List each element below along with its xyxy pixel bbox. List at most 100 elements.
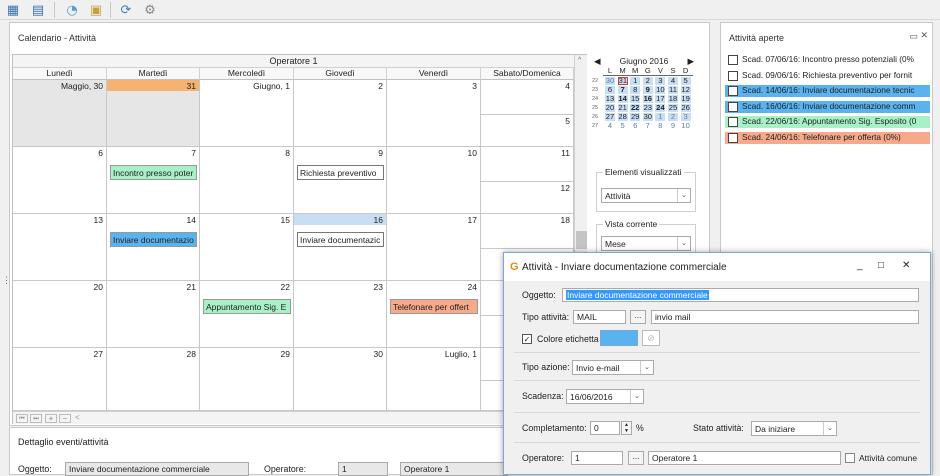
- mini-day[interactable]: 27: [605, 113, 615, 121]
- mini-day[interactable]: 7: [617, 86, 628, 94]
- calendar-event[interactable]: Richiesta preventivo: [297, 165, 384, 180]
- mini-day[interactable]: 18: [668, 95, 678, 103]
- mini-day[interactable]: 30: [642, 113, 653, 121]
- maximize-icon[interactable]: □: [878, 260, 884, 271]
- day-cell[interactable]: 13: [13, 214, 107, 281]
- operatore-lookup-button[interactable]: ...: [628, 451, 644, 465]
- mini-day[interactable]: 12: [680, 86, 691, 94]
- day-cell[interactable]: 28: [107, 348, 200, 411]
- mini-day[interactable]: 9: [668, 122, 678, 130]
- mini-day[interactable]: 26: [680, 104, 691, 112]
- attivita-comune-checkbox[interactable]: [845, 453, 855, 463]
- operatore-code-input[interactable]: 1: [571, 451, 623, 465]
- open-activity-item[interactable]: Scad. 24/06/16: Telefonare per offerta (…: [725, 131, 930, 144]
- calendar-event[interactable]: Appuntamento Sig. E: [203, 299, 291, 314]
- completamento-spinner[interactable]: ▲ ▼: [621, 421, 632, 435]
- next-month-icon[interactable]: ▶: [687, 56, 694, 67]
- mini-day[interactable]: 8: [655, 122, 665, 130]
- oggetto-input[interactable]: Inviare documentazione commerciale: [562, 288, 919, 302]
- mini-day[interactable]: 22: [630, 104, 641, 112]
- detail-operatore-name[interactable]: Operatore 1: [400, 462, 508, 476]
- list-view-icon[interactable]: ▤: [28, 1, 48, 19]
- mini-day[interactable]: 6: [630, 122, 640, 130]
- minimize-icon[interactable]: _: [857, 260, 863, 271]
- day-cell[interactable]: Luglio, 1: [387, 348, 481, 411]
- mini-day[interactable]: 2: [668, 113, 678, 121]
- scadenza-date-input[interactable]: 16/06/2016 ⌄: [566, 389, 644, 404]
- day-cell[interactable]: 45: [481, 80, 574, 147]
- view-select[interactable]: Mese ⌄: [601, 236, 691, 251]
- open-activity-item[interactable]: Scad. 09/06/16: Richiesta preventivo per…: [725, 69, 930, 82]
- calendar-event[interactable]: Inviare documentazio: [110, 232, 197, 247]
- day-cell[interactable]: 31: [107, 80, 200, 147]
- day-cell[interactable]: 21: [107, 281, 200, 348]
- mini-day[interactable]: 15: [630, 95, 641, 103]
- day-cell[interactable]: 3: [387, 80, 481, 147]
- mini-day[interactable]: 1: [655, 113, 666, 121]
- day-cell[interactable]: 2: [294, 80, 387, 147]
- tipo-desc-input[interactable]: invio mail: [651, 310, 919, 324]
- tipo-code-input[interactable]: MAIL: [573, 310, 626, 324]
- mini-day[interactable]: 8: [630, 86, 641, 94]
- mini-day[interactable]: 14: [617, 95, 628, 103]
- mini-day[interactable]: 17: [655, 95, 666, 103]
- day-cell[interactable]: Giugno, 1: [200, 80, 294, 147]
- mini-day[interactable]: 16: [642, 95, 653, 103]
- sync-icon[interactable]: ⟳: [116, 1, 136, 19]
- day-cell[interactable]: 9 Richiesta preventivo: [294, 147, 387, 214]
- open-activity-item[interactable]: Scad. 16/06/16: Inviare documentazione c…: [725, 100, 930, 113]
- remove-button[interactable]: −: [59, 414, 71, 423]
- activity-checkbox[interactable]: [728, 117, 738, 127]
- mini-day[interactable]: 1: [630, 77, 641, 85]
- mini-day[interactable]: 21: [617, 104, 628, 112]
- mini-day[interactable]: 4: [605, 122, 615, 130]
- day-cell[interactable]: 8: [200, 147, 294, 214]
- day-cell[interactable]: 24 Telefonare per offert: [387, 281, 481, 348]
- settings-icon[interactable]: ⚙: [140, 1, 160, 19]
- scroll-thumb[interactable]: [576, 231, 587, 249]
- splitter-grip-icon[interactable]: ⋮: [2, 276, 11, 295]
- day-cell[interactable]: 17: [387, 214, 481, 281]
- close-icon[interactable]: ✕: [920, 30, 928, 41]
- elements-select[interactable]: Attività ⌄: [601, 188, 691, 203]
- mini-day[interactable]: 9: [642, 86, 653, 94]
- new-document-icon[interactable]: ▣: [86, 1, 106, 19]
- mini-day[interactable]: 23: [642, 104, 653, 112]
- mini-day[interactable]: 29: [630, 113, 641, 121]
- stato-select[interactable]: Da iniziare ⌄: [751, 421, 837, 436]
- mini-day[interactable]: 3: [680, 113, 691, 121]
- mini-day[interactable]: 5: [680, 77, 691, 85]
- operatore-name-input[interactable]: Operatore 1: [648, 451, 841, 465]
- label-color-swatch[interactable]: [600, 330, 638, 346]
- colore-checkbox[interactable]: ✓: [522, 334, 532, 344]
- activity-checkbox[interactable]: [728, 70, 738, 81]
- day-cell[interactable]: 27: [13, 348, 107, 411]
- mini-day[interactable]: 10: [681, 122, 691, 130]
- open-activity-item[interactable]: Scad. 22/06/16: Appuntamento Sig. Esposi…: [725, 116, 930, 128]
- mini-day[interactable]: 31: [617, 77, 628, 85]
- mini-day[interactable]: 24: [655, 104, 666, 112]
- mini-day[interactable]: 13: [605, 95, 615, 103]
- mini-day[interactable]: 28: [617, 113, 628, 121]
- tipo-azione-select[interactable]: Invio e-mail ⌄: [572, 360, 654, 375]
- calendar-event[interactable]: Incontro presso poter: [110, 165, 197, 180]
- activity-checkbox[interactable]: [728, 55, 738, 65]
- day-cell[interactable]: 16 Inviare documentazic: [294, 214, 387, 281]
- calendar-view-icon[interactable]: ▦: [3, 1, 23, 19]
- day-cell[interactable]: 10: [387, 147, 481, 214]
- prev-month-icon[interactable]: ◀: [594, 56, 601, 67]
- mini-day[interactable]: 19: [680, 95, 691, 103]
- activity-checkbox[interactable]: [728, 101, 738, 112]
- mini-day[interactable]: 11: [668, 86, 678, 94]
- close-icon[interactable]: ✕: [902, 260, 910, 271]
- day-cell[interactable]: 11 12: [481, 147, 574, 214]
- day-cell[interactable]: 7 Incontro presso poter: [107, 147, 200, 214]
- detail-oggetto-field[interactable]: Inviare documentazione commerciale: [65, 462, 249, 476]
- open-activity-item[interactable]: Scad. 07/06/16: Incontro presso potenzia…: [725, 54, 930, 66]
- activity-checkbox[interactable]: [728, 132, 738, 143]
- last-page-button[interactable]: ⏭: [30, 414, 42, 423]
- mini-day[interactable]: 4: [668, 77, 678, 85]
- calendar-event[interactable]: Telefonare per offert: [390, 299, 478, 314]
- scroll-up-icon[interactable]: ^: [578, 57, 581, 64]
- color-picker-icon[interactable]: ⊘: [642, 330, 660, 346]
